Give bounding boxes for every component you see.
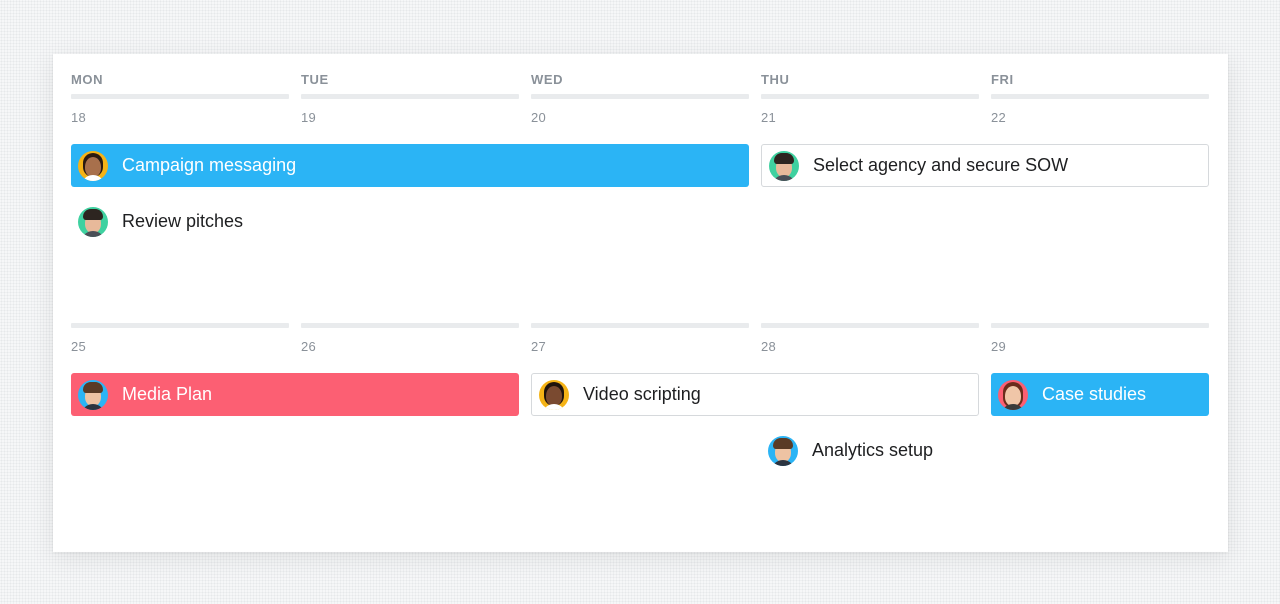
day-divider — [761, 94, 979, 99]
woman-avatar-icon — [539, 379, 569, 410]
task-review-pitches[interactable]: Review pitches — [71, 200, 321, 243]
day-divider — [761, 323, 979, 328]
man-avatar-icon — [78, 206, 108, 237]
man-glasses-avatar-icon — [78, 379, 108, 410]
task-label: Select agency and secure SOW — [813, 155, 1069, 175]
day-divider — [71, 94, 289, 99]
task-select-agency[interactable]: Select agency and secure SOW — [761, 144, 1209, 187]
task-label: Analytics setup — [812, 440, 934, 460]
task-label: Media Plan — [122, 384, 213, 404]
task-media-plan[interactable]: Media Plan — [71, 373, 519, 416]
date-cell[interactable]: 21 — [761, 110, 776, 125]
day-header-mon: MON — [71, 72, 104, 87]
task-label: Campaign messaging — [122, 155, 297, 175]
task-video-scripting[interactable]: Video scripting — [531, 373, 979, 416]
date-cell[interactable]: 22 — [991, 110, 1006, 125]
date-cell[interactable]: 26 — [301, 339, 316, 354]
task-label: Case studies — [1042, 384, 1147, 404]
task-label: Review pitches — [122, 211, 244, 231]
day-header-fri: FRI — [991, 72, 1014, 87]
day-divider — [991, 94, 1209, 99]
date-cell[interactable]: 19 — [301, 110, 316, 125]
man-avatar-icon — [769, 150, 799, 181]
day-header-tue: TUE — [301, 72, 329, 87]
woman-avatar-icon — [78, 150, 108, 181]
man-glasses-avatar-icon — [768, 435, 798, 466]
task-analytics-setup[interactable]: Analytics setup — [761, 429, 1011, 472]
day-header-wed: WED — [531, 72, 564, 87]
calendar-card — [53, 54, 1228, 552]
day-divider — [531, 323, 749, 328]
day-divider — [301, 94, 519, 99]
date-cell[interactable]: 25 — [71, 339, 86, 354]
task-label: Video scripting — [583, 384, 701, 404]
date-cell[interactable]: 27 — [531, 339, 546, 354]
day-divider — [991, 323, 1209, 328]
date-cell[interactable]: 20 — [531, 110, 546, 125]
date-cell[interactable]: 29 — [991, 339, 1006, 354]
woman-avatar-icon — [998, 379, 1028, 410]
task-campaign-messaging[interactable]: Campaign messaging — [71, 144, 749, 187]
day-divider — [71, 323, 289, 328]
day-divider — [301, 323, 519, 328]
date-cell[interactable]: 28 — [761, 339, 776, 354]
day-header-thu: THU — [761, 72, 790, 87]
task-case-studies[interactable]: Case studies — [991, 373, 1209, 416]
date-cell[interactable]: 18 — [71, 110, 86, 125]
day-divider — [531, 94, 749, 99]
